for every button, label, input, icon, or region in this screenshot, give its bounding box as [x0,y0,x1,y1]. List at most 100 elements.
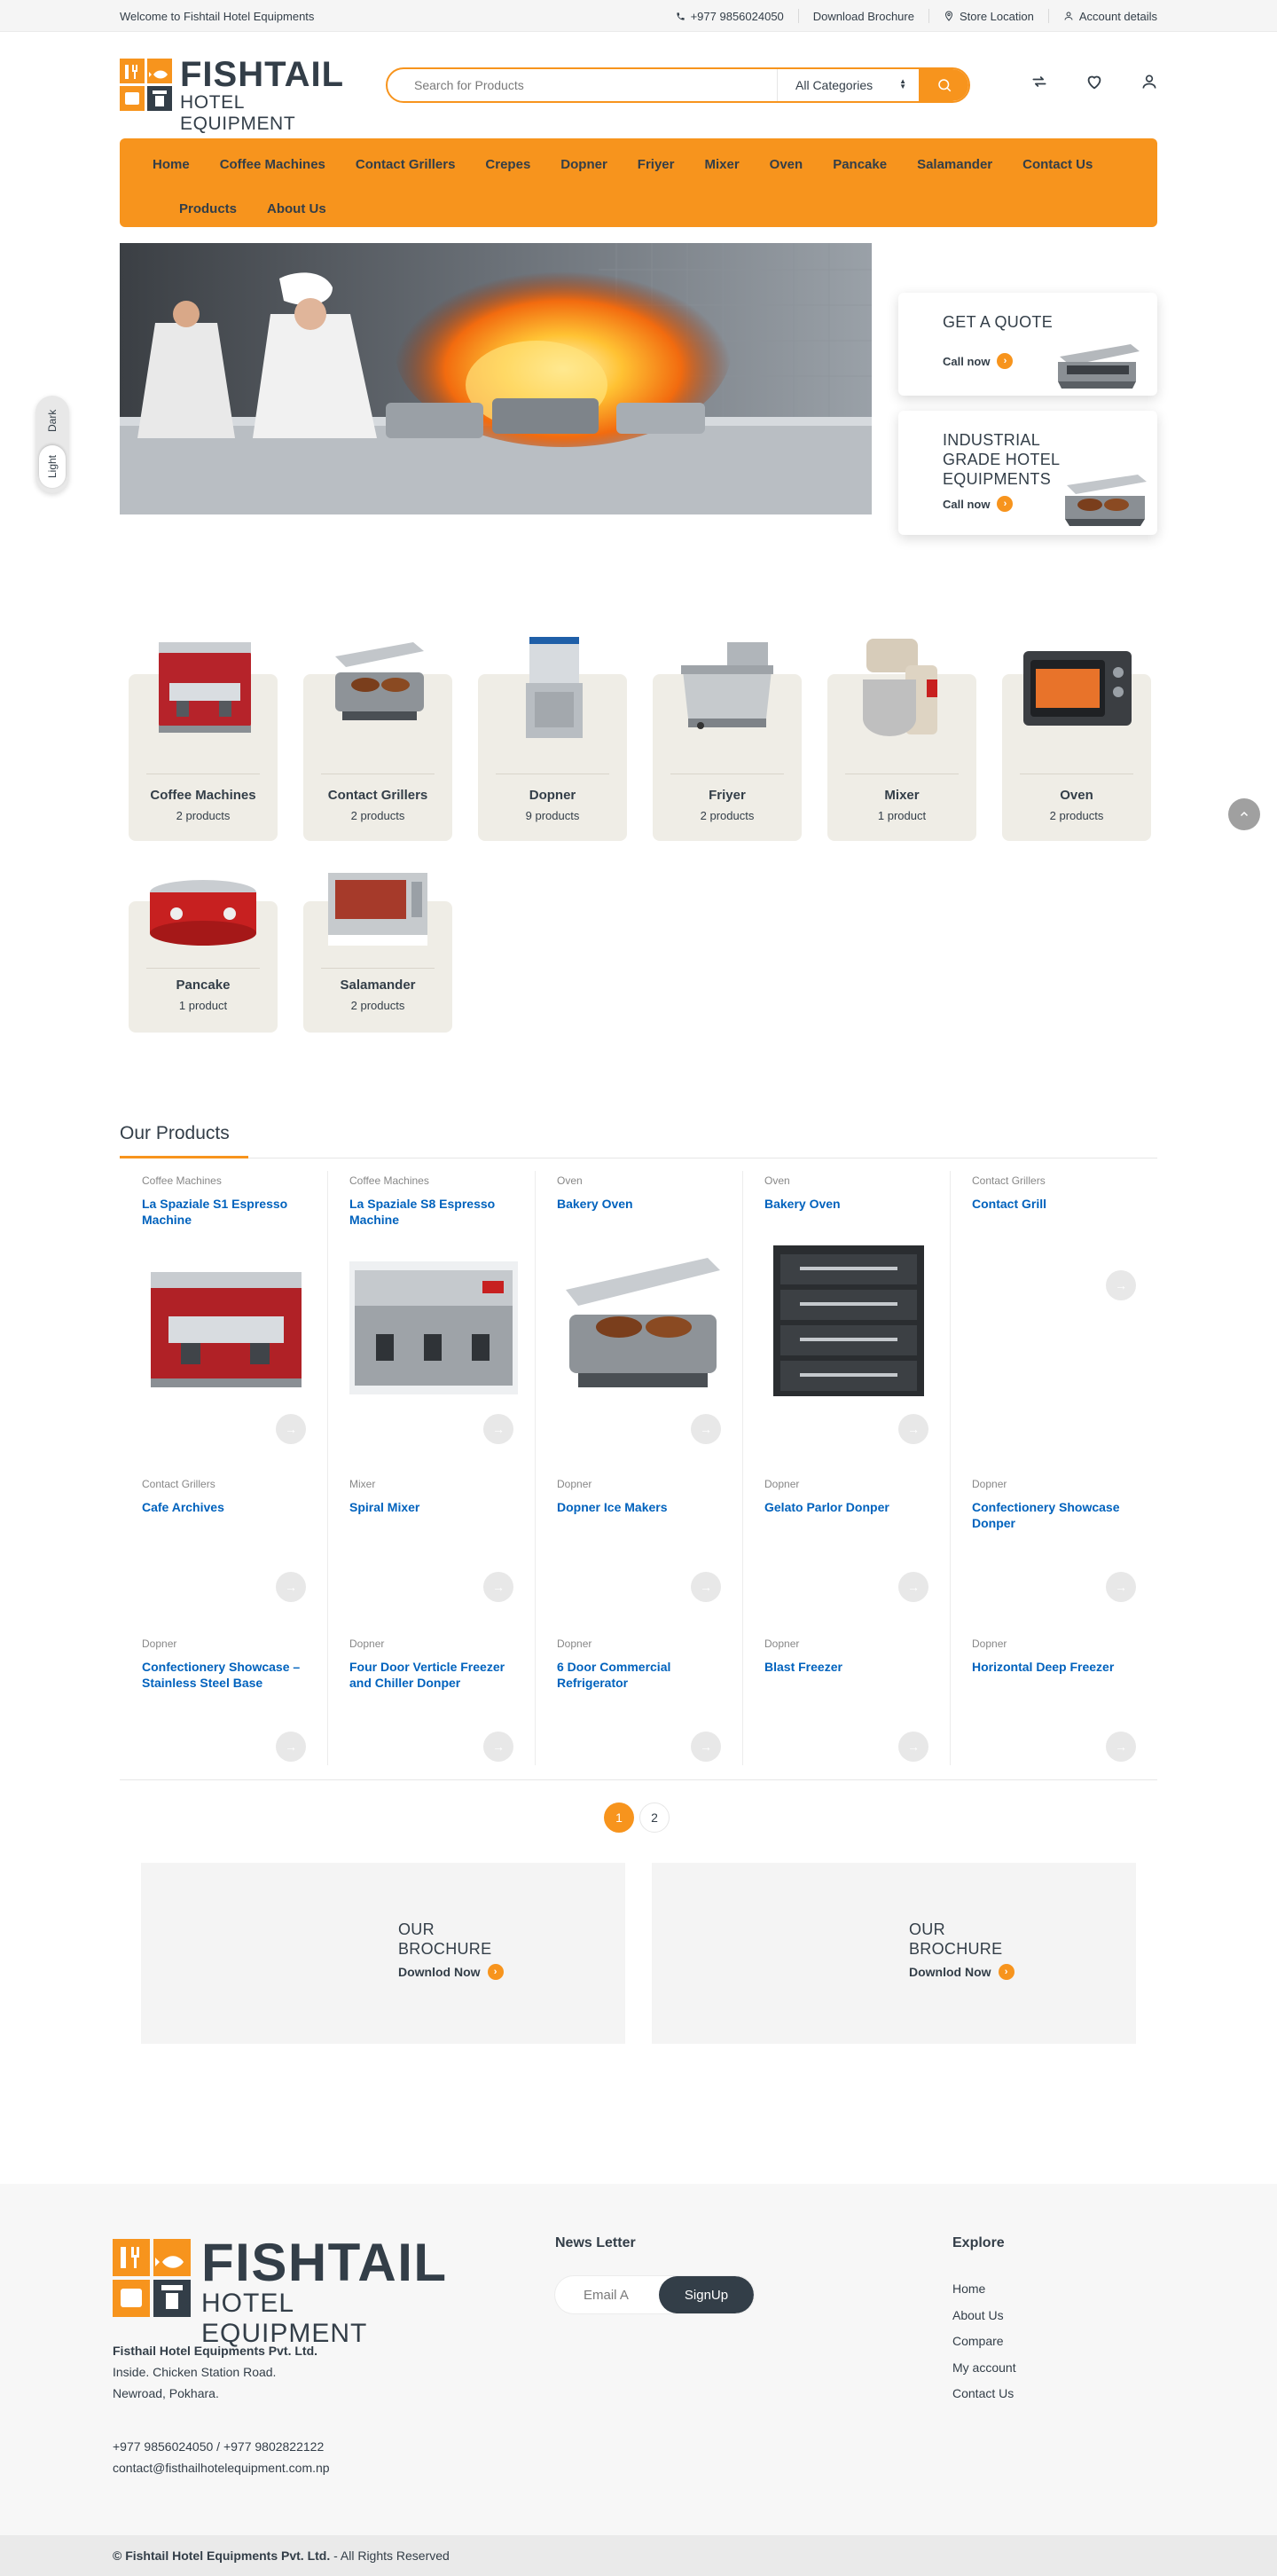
product-category[interactable]: Dopner [764,1478,799,1490]
view-product-button[interactable]: → [898,1732,928,1762]
download-brochure-link[interactable]: Download Brochure [797,9,928,23]
nav-coffee-machines[interactable]: Coffee Machines [205,152,341,177]
nav-oven[interactable]: Oven [755,152,819,177]
product-name[interactable]: Horizontal Deep Freezer [972,1659,1145,1675]
newsletter-signup-button[interactable]: SignUp [659,2276,754,2313]
nav-mixer[interactable]: Mixer [689,152,754,177]
product-category[interactable]: Contact Grillers [972,1174,1046,1187]
category-card-coffee-machines[interactable]: Coffee Machines 2 products [129,642,278,841]
nav-friyer[interactable]: Friyer [623,152,690,177]
theme-dark-option[interactable]: Dark [39,401,66,440]
product-category[interactable]: Coffee Machines [142,1174,222,1187]
footer-email-link[interactable]: contact@fisthailhotelequipment.com.np [113,2461,330,2475]
nav-crepes[interactable]: Crepes [470,152,545,177]
category-card-oven[interactable]: Oven 2 products [1002,651,1151,841]
product-card[interactable]: Dopner Confectionery Showcase – Stainles… [120,1637,327,1771]
product-name[interactable]: 6 Door Commercial Refrigerator [557,1659,730,1691]
product-category[interactable]: Dopner [764,1637,799,1650]
view-product-button[interactable]: → [691,1732,721,1762]
theme-switch[interactable]: Dark Light [35,396,69,493]
product-name[interactable]: La Spaziale S8 Espresso Machine [349,1196,522,1228]
promo-call-link[interactable]: Call now › [943,496,1014,512]
product-category[interactable]: Contact Grillers [142,1478,215,1490]
footer-link-about-us[interactable]: About Us [952,2303,1016,2329]
view-product-button[interactable]: → [276,1414,306,1444]
brochure-banner-1[interactable]: OUR BROCHURE Downlod Now › [141,1863,625,2044]
product-category[interactable]: Dopner [557,1478,591,1490]
nav-home[interactable]: Home [137,152,205,177]
nav-salamander[interactable]: Salamander [902,152,1007,177]
product-category[interactable]: Oven [557,1174,583,1187]
product-category[interactable]: Coffee Machines [349,1174,429,1187]
product-name[interactable]: Contact Grill [972,1196,1145,1212]
search-button[interactable] [919,69,968,101]
product-name[interactable]: Confectionery Showcase Donper [972,1499,1145,1531]
site-logo[interactable]: FISHTAIL HOTEL EQUIPMENT [120,55,361,134]
product-name[interactable]: Spiral Mixer [349,1499,522,1515]
phone-link[interactable]: +977 9856024050 [662,9,798,23]
search-input[interactable] [388,69,777,101]
product-category[interactable]: Dopner [557,1637,591,1650]
product-card[interactable]: Dopner Gelato Parlor Donper → [742,1478,950,1611]
footer-link-my-account[interactable]: My account [952,2355,1016,2382]
product-card[interactable]: Coffee Machines La Spaziale S1 Espresso … [120,1174,327,1444]
nav-contact-us[interactable]: Contact Us [1007,152,1108,177]
view-product-button[interactable]: → [1106,1572,1136,1602]
pagination-page-1[interactable]: 1 [604,1802,634,1833]
category-card-mixer[interactable]: Mixer 1 product [827,639,976,841]
product-card[interactable]: Dopner Four Door Verticle Freezer and Ch… [327,1637,535,1771]
brochure-banner-2[interactable]: OUR BROCHURE Downlod Now › [652,1863,1136,2044]
view-product-button[interactable]: → [276,1732,306,1762]
category-card-salamander[interactable]: Salamander 2 products [303,873,452,1033]
account-details-link[interactable]: Account details [1047,9,1157,23]
view-product-button[interactable]: → [483,1414,513,1444]
nav-pancake[interactable]: Pancake [818,152,902,177]
product-card[interactable]: Dopner Confectionery Showcase Donper → [950,1478,1157,1611]
product-card[interactable]: Dopner Blast Freezer → [742,1637,950,1771]
footer-link-home[interactable]: Home [952,2276,1016,2303]
view-product-button[interactable]: → [1106,1270,1136,1300]
scroll-to-top-button[interactable] [1228,798,1260,830]
product-card[interactable]: Dopner 6 Door Commercial Refrigerator → [535,1637,742,1771]
category-card-contact-grillers[interactable]: Contact Grillers 2 products [303,642,452,841]
product-category[interactable]: Oven [764,1174,790,1187]
brochure-download-link[interactable]: Downlod Now › [909,1964,1015,1980]
product-card[interactable]: Dopner Dopner Ice Makers → [535,1478,742,1611]
view-product-button[interactable]: → [483,1732,513,1762]
product-category[interactable]: Mixer [349,1478,375,1490]
hero-banner[interactable] [120,243,872,514]
product-name[interactable]: La Spaziale S1 Espresso Machine [142,1196,315,1228]
footer-logo[interactable]: FISHTAIL HOTEL EQUIPMENT [113,2233,467,2348]
product-name[interactable]: Four Door Verticle Freezer and Chiller D… [349,1659,522,1691]
view-product-button[interactable]: → [483,1572,513,1602]
promo-industrial[interactable]: INDUSTRIAL GRADE HOTEL EQUIPMENTS Call n… [898,411,1157,535]
product-card[interactable]: Dopner Horizontal Deep Freezer → [950,1637,1157,1771]
product-name[interactable]: Blast Freezer [764,1659,937,1675]
product-card[interactable]: Contact Grillers Contact Grill → [950,1174,1157,1441]
product-name[interactable]: Gelato Parlor Donper [764,1499,937,1515]
view-product-button[interactable]: → [276,1572,306,1602]
footer-link-contact-us[interactable]: Contact Us [952,2381,1016,2407]
brochure-download-link[interactable]: Downlod Now › [398,1964,504,1980]
product-category[interactable]: Dopner [142,1637,176,1650]
view-product-button[interactable]: → [1106,1732,1136,1762]
nav-products[interactable]: Products [164,196,252,222]
category-select[interactable]: All Categories ▲ ▼ [777,69,919,101]
product-name[interactable]: Cafe Archives [142,1499,315,1515]
product-name[interactable]: Confectionery Showcase – Stainless Steel… [142,1659,315,1691]
view-product-button[interactable]: → [898,1572,928,1602]
category-card-friyer[interactable]: Friyer 2 products [653,642,802,841]
nav-about-us[interactable]: About Us [252,196,341,222]
nav-dopner[interactable]: Dopner [545,152,623,177]
newsletter-email-input[interactable]: Email A [555,2276,659,2313]
product-card[interactable]: Oven Bakery Oven → [535,1174,742,1444]
category-card-pancake[interactable]: Pancake 1 product [129,880,278,1033]
store-location-link[interactable]: Store Location [928,9,1048,23]
promo-get-quote[interactable]: GET A QUOTE Call now › [898,293,1157,396]
product-card[interactable]: Coffee Machines La Spaziale S8 Espresso … [327,1174,535,1444]
product-name[interactable]: Bakery Oven [764,1196,937,1212]
compare-button[interactable] [1029,71,1050,92]
product-name[interactable]: Bakery Oven [557,1196,730,1212]
product-category[interactable]: Dopner [349,1637,384,1650]
pagination-page-2[interactable]: 2 [639,1802,670,1833]
